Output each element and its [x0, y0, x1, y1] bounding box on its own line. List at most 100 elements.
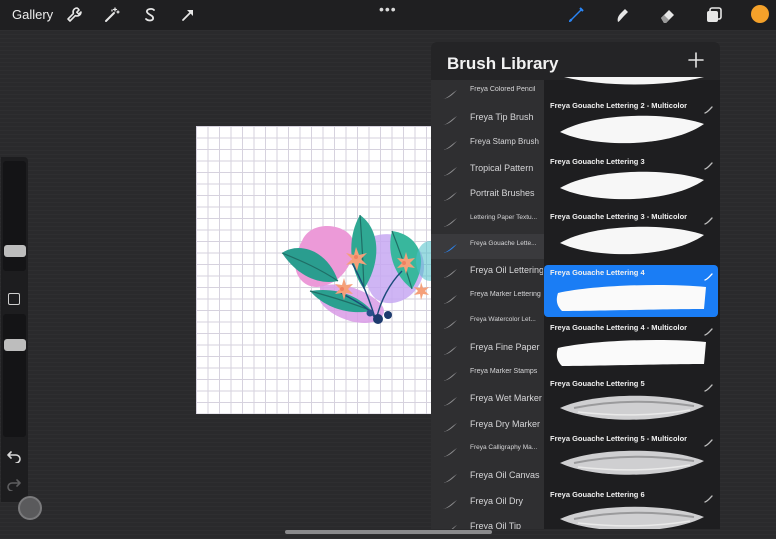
opacity-slider[interactable]	[3, 314, 26, 437]
brush-stroke-preview	[554, 223, 710, 259]
brush-stroke-icon	[442, 215, 458, 227]
brush-set-item[interactable]: Portrait Brushes	[431, 182, 544, 207]
brush-set-item[interactable]: Lettering Paper Textu...	[431, 208, 544, 233]
brush-set-item[interactable]: Freya Oil Tip	[431, 515, 544, 529]
brush-name: Freya Gouache Lettering 4	[550, 267, 645, 277]
brush-name: Freya Gouache Lettering 2 - Multicolor	[550, 101, 688, 110]
gallery-button[interactable]: Gallery	[12, 7, 53, 22]
brush-set-item[interactable]: Freya Wet Marker	[431, 387, 544, 412]
brush-stroke-icon	[442, 317, 458, 330]
brush-set-label: Freya Tip Brush	[470, 111, 534, 122]
brush-stroke-preview	[554, 112, 710, 148]
brush-set-label: Freya Calligraphy Ma...	[470, 444, 538, 452]
brush-stroke-icon	[442, 343, 458, 355]
brush-name: Freya Gouache Lettering 3	[550, 156, 645, 166]
brush-set-item[interactable]: Freya Oil Canvas	[431, 464, 544, 489]
brush-set-item[interactable]: Freya Marker Lettering	[431, 285, 544, 310]
brush-set-label: Freya Dry Marker	[470, 418, 541, 429]
brush-set-item[interactable]: Freya Calligraphy Ma...	[431, 438, 544, 463]
brush-size-thumb[interactable]	[4, 244, 26, 257]
drawing-canvas[interactable]	[196, 126, 432, 414]
brush-set-item[interactable]: Freya Colored Pencil	[431, 80, 544, 105]
opacity-thumb[interactable]	[4, 338, 26, 351]
brush-name: Freya Gouache Lettering 4 - Multicolor	[550, 323, 688, 332]
brush-stroke-icon	[442, 497, 458, 509]
brush-stroke-icon	[442, 369, 458, 381]
brush-set-label: Freya Oil Dry	[470, 495, 524, 506]
layers-icon[interactable]	[704, 5, 724, 25]
brush-set-item[interactable]: Freya Stamp Brush	[431, 131, 544, 156]
brush-item[interactable]: Freya Gouache Lettering 2 - Multicolor	[544, 98, 718, 150]
brush-stroke-preview	[554, 334, 710, 370]
pencil-support-icon	[704, 212, 713, 225]
brush-stroke-preview	[554, 168, 710, 204]
brush-item[interactable]: Freya Gouache Lettering 4	[544, 264, 718, 317]
brush-set-label: Freya Wet Marker	[470, 393, 542, 404]
floral-illustration	[281, 214, 432, 324]
panel-title: Brush Library	[447, 54, 559, 73]
brush-set-item[interactable]: Freya Gouache Lette...	[431, 233, 544, 259]
brush-set-item[interactable]: Tropical Pattern	[431, 157, 544, 182]
pencil-support-icon	[704, 490, 713, 503]
brush-stroke-icon	[442, 420, 458, 432]
brush-stroke-icon	[442, 394, 458, 407]
brush-set-item[interactable]: Freya Fine Paper	[431, 336, 544, 361]
wrench-icon[interactable]	[64, 5, 84, 25]
brush-set-label: Freya Oil Tip	[470, 521, 522, 529]
pencil-support-icon	[704, 323, 713, 336]
brush-name: Freya Gouache Lettering 5	[550, 378, 645, 388]
brush-library-panel: Brush Library Freya Colored Pencil Freya …	[431, 42, 720, 529]
redo-icon[interactable]	[6, 475, 22, 492]
brush-set-label: Freya Marker Stamps	[470, 367, 538, 375]
brush-set-label: Freya Stamp Brush	[470, 137, 539, 147]
brush-stroke-preview	[554, 445, 710, 481]
color-picker-button[interactable]	[751, 5, 769, 23]
brush-item[interactable]: Freya Gouache Lettering 4 - Multicolor	[544, 320, 718, 372]
eraser-icon[interactable]	[658, 5, 678, 25]
pencil-support-icon	[704, 101, 713, 114]
brush-set-item[interactable]: Freya Oil Dry	[431, 490, 544, 515]
brush-stroke-icon	[442, 164, 458, 176]
brush-stroke-icon	[442, 138, 458, 151]
brush-name: Freya Gouache Lettering 5 - Multicolor	[550, 434, 688, 443]
brush-set-label: Freya Colored Pencil	[470, 86, 536, 93]
brush-set-label: Freya Oil Lettering	[470, 265, 543, 276]
brush-set-label: Freya Watercolor Let...	[470, 316, 536, 324]
brush-set-label: Freya Marker Lettering	[470, 290, 541, 298]
brush-set-item[interactable]: Freya Marker Stamps	[431, 362, 544, 387]
brushes-list[interactable]: Freya Gouache Lettering 2 - Multicolor Fr…	[544, 77, 720, 529]
brush-name: Freya Gouache Lettering 6	[550, 489, 645, 499]
brush-set-label: Freya Oil Canvas	[470, 470, 540, 480]
brush-stroke-icon	[442, 292, 458, 304]
quick-menu-button[interactable]	[18, 496, 42, 520]
brush-item[interactable]: Freya Gouache Lettering 3	[544, 154, 718, 206]
modify-button[interactable]	[8, 293, 20, 305]
brush-stroke-icon	[442, 113, 458, 125]
brush-stroke-preview	[554, 390, 710, 426]
transform-icon[interactable]	[178, 5, 198, 25]
pencil-support-icon	[704, 434, 713, 447]
top-toolbar: Gallery •••	[0, 0, 776, 30]
brush-item[interactable]: Freya Gouache Lettering 5 - Multicolor	[544, 431, 718, 483]
left-sidebar	[1, 157, 28, 502]
brush-stroke-icon	[442, 522, 458, 529]
brush-set-item[interactable]: Freya Tip Brush	[431, 106, 544, 131]
brush-set-item[interactable]: Freya Watercolor Let...	[431, 310, 544, 335]
brush-item[interactable]: Freya Gouache Lettering 6	[544, 487, 718, 529]
smudge-icon[interactable]	[612, 5, 632, 25]
brush-sets-list[interactable]: Freya Colored Pencil Freya Tip Brush Freya…	[431, 80, 544, 529]
brush-set-label: Lettering Paper Textu...	[470, 214, 538, 221]
magic-wand-icon[interactable]	[102, 5, 122, 25]
more-menu-button[interactable]: •••	[379, 1, 397, 17]
plus-icon[interactable]	[688, 52, 704, 68]
brush-size-slider[interactable]	[3, 161, 26, 271]
pencil-support-icon	[704, 157, 713, 170]
brush-item[interactable]: Freya Gouache Lettering 3 - Multicolor	[544, 209, 718, 261]
brush-set-item[interactable]: Freya Dry Marker	[431, 413, 544, 438]
brush-set-item[interactable]: Freya Oil Lettering	[431, 259, 544, 284]
brush-item[interactable]: Freya Gouache Lettering 5	[544, 376, 718, 428]
undo-icon[interactable]	[6, 447, 22, 464]
selection-icon[interactable]	[140, 5, 160, 25]
brush-icon[interactable]	[566, 5, 586, 25]
brush-set-label: Tropical Pattern	[470, 162, 534, 173]
